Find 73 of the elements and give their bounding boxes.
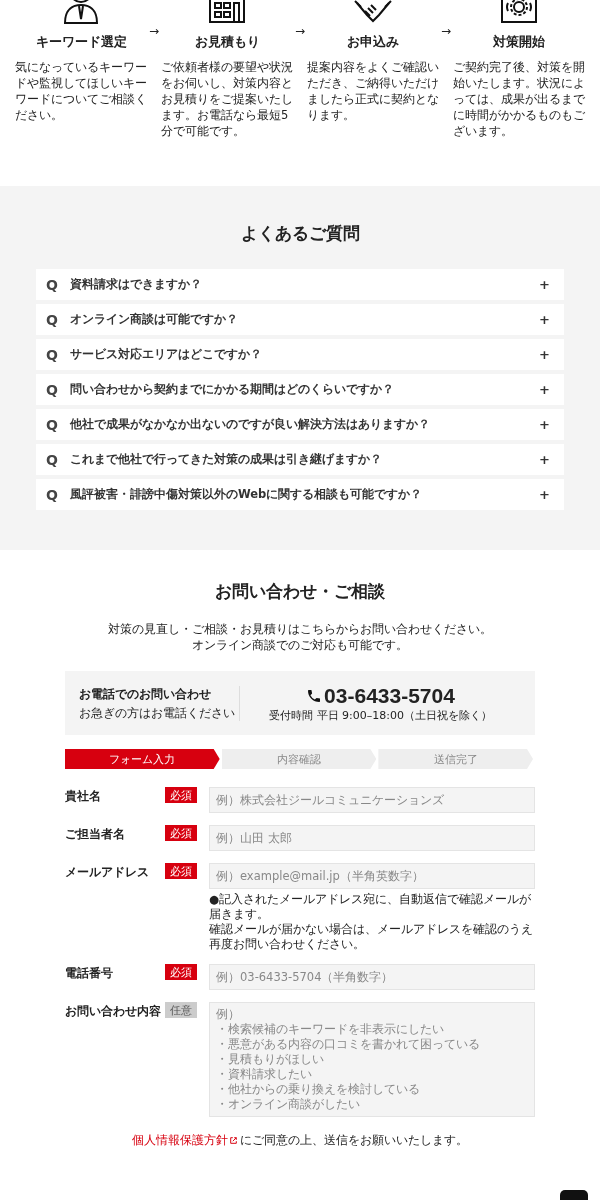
phone-subtext: お急ぎの方はお電話ください — [79, 705, 236, 721]
faq-question: オンライン商談は可能ですか？ — [70, 312, 239, 327]
progress-step: フォーム入力 — [65, 749, 220, 769]
input-field[interactable]: 例）株式会社ジールコミュニケーションズ — [209, 787, 535, 813]
faq-item[interactable]: Q 他社で成果がなかなか出ないのですが良い解決方法はありますか？ + — [36, 409, 564, 440]
faq-item[interactable]: Q オンライン商談は可能ですか？ + — [36, 304, 564, 335]
step-description: ご依頼者様の要望や状況をお伺いし、対策内容とお見積りをご提案いたします。お電話なら最短5分で可能です。 — [161, 59, 293, 139]
faq-item[interactable]: Q これまで他社で行ってきた対策の成果は引き継げますか？ + — [36, 444, 564, 475]
privacy-policy-link[interactable]: 個人情報保護方針 — [132, 1133, 237, 1148]
step-title: キーワード選定 — [35, 33, 127, 51]
step-title: お申込み — [347, 33, 399, 51]
field-label: 貴社名 — [65, 788, 102, 804]
progress-step: 内容確認 — [221, 749, 377, 769]
faq-question: 風評被害・誹謗中傷対策以外のWebに関する相談も可能ですか？ — [70, 487, 424, 502]
intro-text: オンライン商談でのご対応も可能です。 — [192, 637, 408, 653]
q-mark: Q — [46, 486, 59, 503]
required-badge: 必須 — [165, 964, 197, 980]
step-description: ご契約完了後、対策を開始いたします。状況によっては、成果が出るまでに時間がかかるものもございます。 — [453, 59, 585, 139]
faq-item[interactable]: Q サービス対応エリアはどこですか？ + — [36, 339, 564, 370]
q-mark: Q — [46, 416, 59, 433]
field-label: メールアドレス — [65, 864, 150, 880]
phone-icon — [306, 687, 323, 704]
expand-icon: + — [539, 487, 550, 502]
businessman-icon — [61, 0, 101, 25]
faq-question: サービス対応エリアはどこですか？ — [70, 347, 263, 362]
faq-item[interactable]: Q 資料請求はできますか？ + — [36, 269, 564, 300]
faq-item[interactable]: Q 風評被害・誹謗中傷対策以外のWebに関する相談も可能ですか？ + — [36, 479, 564, 510]
required-badge: 必須 — [165, 787, 197, 803]
optional-badge: 任意 — [165, 1002, 197, 1018]
business-hours: 受付時間 平日 9:00–18:00（土日祝を除く） — [269, 707, 492, 723]
step-description: 提案内容をよくご確認いただき、ご納得いただけましたら正式に契約となります。 — [307, 59, 439, 123]
faq-question: 問い合わせから契約までにかかる期間はどのくらいですか？ — [70, 382, 395, 397]
arrow: → — [439, 24, 453, 40]
q-mark: Q — [46, 311, 59, 328]
consent-text: にご同意の上、送信をお願いいたします。 — [240, 1133, 468, 1148]
field-label: お問い合わせ内容 — [65, 1003, 162, 1019]
field-note: ●記入されたメールアドレス宛に、自動返信で確認メールが届きます。 — [209, 892, 533, 922]
phone-heading: お電話でのお問い合わせ — [79, 685, 212, 703]
q-mark: Q — [46, 276, 59, 293]
q-mark: Q — [46, 451, 59, 468]
input-field[interactable]: 例）03-6433-5704（半角数字） — [209, 964, 535, 990]
expand-icon: + — [539, 312, 550, 327]
faq-question: これまで他社で行ってきた対策の成果は引き継げますか？ — [70, 452, 383, 467]
step-description: 気になっているキーワードや監視してほしいキーワードについてご相談ください。 — [15, 59, 147, 123]
step-title: 対策開始 — [493, 33, 545, 51]
expand-icon: + — [539, 417, 550, 432]
step-title: お見積もり — [194, 33, 260, 51]
expand-icon: + — [539, 277, 550, 292]
faq-question: 資料請求はできますか？ — [70, 277, 203, 292]
section-title: お問い合わせ・ご相談 — [215, 580, 385, 603]
gear-monitor-icon — [499, 0, 539, 25]
required-badge: 必須 — [165, 863, 197, 879]
expand-icon: + — [539, 347, 550, 362]
arrow: → — [147, 24, 161, 40]
arrow: → — [293, 24, 307, 40]
building-icon — [207, 0, 247, 25]
input-field[interactable]: 例）山田 太郎 — [209, 825, 535, 851]
field-note: 確認メールが届かない場合は、メールアドレスを確認のうえ再度お問い合わせください。 — [209, 922, 534, 952]
expand-icon: + — [539, 382, 550, 397]
intro-text: 対策の見直し・ご相談・お見積りはこちらからお問い合わせください。 — [108, 621, 492, 637]
q-mark: Q — [46, 346, 59, 363]
phone-number: 03-6433-5704 — [324, 683, 455, 708]
expand-icon: + — [539, 452, 550, 467]
faq-item[interactable]: Q 問い合わせから契約までにかかる期間はどのくらいですか？ + — [36, 374, 564, 405]
field-label: 電話番号 — [65, 965, 114, 981]
external-link-icon — [230, 1137, 237, 1144]
field-label: ご担当者名 — [65, 826, 126, 842]
required-badge: 必須 — [165, 825, 197, 841]
progress-step: 送信完了 — [378, 749, 533, 769]
section-title: よくあるご質問 — [240, 222, 360, 245]
faq-question: 他社で成果がなかなか出ないのですが良い解決方法はありますか？ — [70, 417, 431, 432]
q-mark: Q — [46, 381, 59, 398]
input-field[interactable]: 例）example@mail.jp（半角英数字） — [209, 863, 535, 889]
